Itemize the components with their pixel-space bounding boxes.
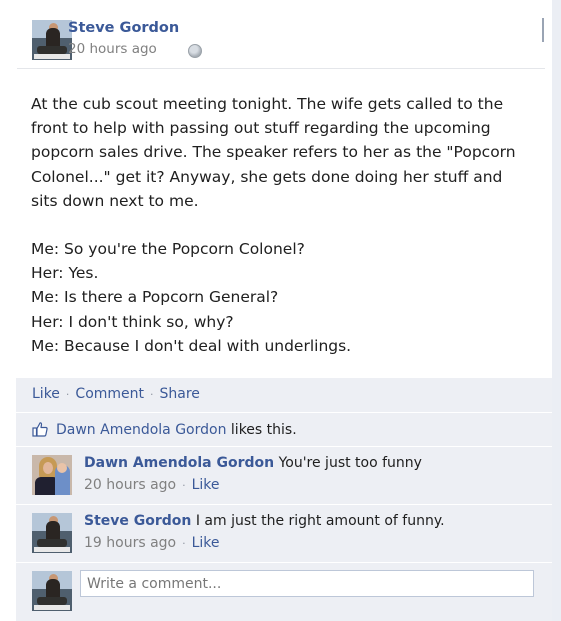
like-button[interactable]: Like	[32, 386, 60, 402]
comment-timestamp[interactable]: 19 hours ago	[84, 535, 176, 551]
post-paragraph: At the cub scout meeting tonight. The wi…	[31, 95, 516, 210]
comment-input[interactable]: Write a comment...	[80, 570, 534, 597]
separator: ·	[65, 388, 70, 401]
comment-author[interactable]: Dawn Amendola Gordon	[84, 455, 274, 471]
likes-summary: Dawn Amendola Gordon likes this.	[16, 413, 552, 446]
comment-author[interactable]: Steve Gordon	[84, 513, 191, 529]
dialogue-line: Me: So you're the Popcorn Colonel?	[31, 240, 305, 259]
liker-name[interactable]: Dawn Amendola Gordon	[56, 422, 226, 438]
scrollbar-track[interactable]	[552, 0, 561, 621]
dialogue-line: Me: Because I don't deal with underlings…	[31, 336, 352, 355]
comment-text: You're just too funny	[278, 455, 422, 471]
divider	[17, 68, 545, 69]
avatar	[32, 571, 72, 611]
scrollbar-thumb[interactable]	[542, 18, 544, 42]
avatar[interactable]	[32, 455, 72, 495]
post-author-name[interactable]: Steve Gordon	[68, 20, 179, 36]
separator: ·	[182, 537, 186, 550]
comment-item: Steve Gordon I am just the right amount …	[16, 505, 552, 562]
comment-text: I am just the right amount of funny.	[195, 513, 445, 529]
separator: ·	[182, 479, 186, 492]
dialogue-line: Her: I don't think so, why?	[31, 312, 234, 331]
comment-like-button[interactable]: Like	[192, 477, 220, 493]
dialogue-line: Her: Yes.	[31, 264, 99, 283]
comment-timestamp[interactable]: 20 hours ago	[84, 477, 176, 493]
globe-icon[interactable]	[188, 44, 202, 58]
comment-like-button[interactable]: Like	[192, 535, 220, 551]
likes-suffix: likes this.	[226, 422, 297, 438]
separator: ·	[150, 388, 154, 401]
dialogue-line: Me: Is there a Popcorn General?	[31, 288, 279, 307]
share-button[interactable]: Share	[160, 386, 200, 402]
avatar[interactable]	[32, 20, 72, 60]
thumbs-up-icon	[32, 422, 48, 437]
comment-composer: Write a comment...	[16, 563, 552, 621]
avatar[interactable]	[32, 513, 72, 553]
post-actions-bar: Like · Comment · Share	[16, 378, 552, 412]
post-timestamp[interactable]: 20 hours ago	[68, 41, 157, 57]
post-body: At the cub scout meeting tonight. The wi…	[31, 92, 531, 358]
comment-button[interactable]: Comment	[75, 386, 144, 402]
comment-item: Dawn Amendola Gordon You're just too fun…	[16, 447, 552, 504]
